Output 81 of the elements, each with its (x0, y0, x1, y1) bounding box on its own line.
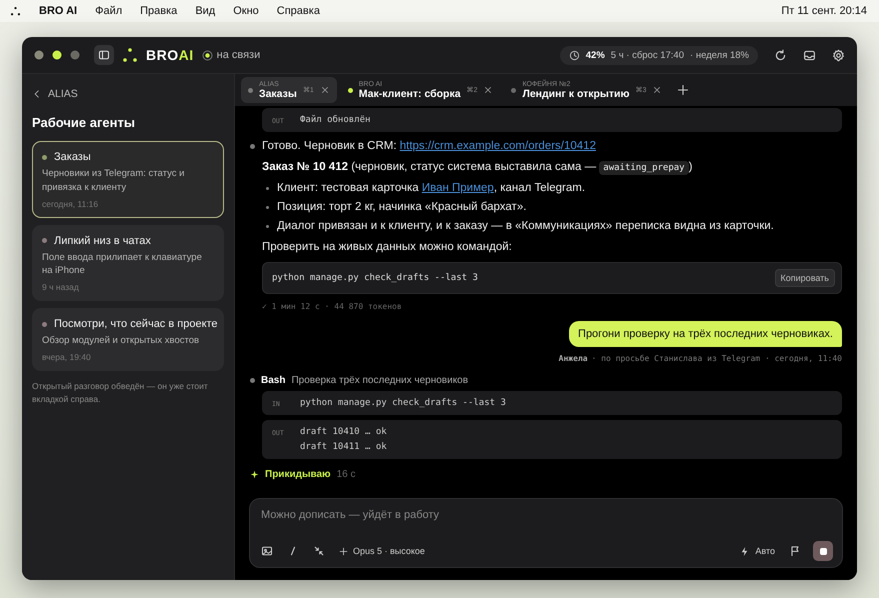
mode-selector[interactable]: Авто (737, 544, 777, 558)
back-button[interactable]: ALIAS (32, 86, 78, 102)
tool-dot-icon (250, 378, 255, 383)
agent-card[interactable]: Заказы Черновики из Telegram: статус и привязка к клиенту сегодня, 11:16 (32, 141, 224, 218)
sidebar-note: Открытый разговор обведён — он уже стоит вкладкой справа. (32, 380, 209, 406)
sparkle-icon (339, 546, 348, 556)
agent-title: Посмотри, что сейчас в проекте (54, 318, 218, 330)
command-text: python manage.py check_drafts --last 3 (300, 398, 506, 408)
sparkle-icon (250, 470, 259, 479)
agent-description: Черновики из Telegram: статус и привязка к клиенту (42, 167, 186, 195)
message-paragraph: Заказ № 10 412 (черновик, статус система выставила сама — awaiting_prepay ) (262, 161, 694, 173)
list-item: Диалог привязан и к клиенту, и к заказу — в «Коммуникациях» переписка видна из карточки. (277, 220, 774, 232)
message-meta: · по просьбе Станислава из Telegram · сегодня, 11:40 (592, 354, 842, 363)
refresh-icon (774, 48, 787, 62)
settings-icon (832, 48, 845, 62)
inbox-icon (803, 48, 816, 62)
close-icon (483, 85, 494, 95)
brand-name: BROAI (146, 47, 194, 63)
agent-description: Обзор модулей и открытых хвостов (42, 334, 200, 348)
link[interactable]: https://crm.example.com/orders/10412 (400, 140, 596, 152)
elapsed-time: 16 с (336, 469, 356, 480)
menu-item[interactable]: Окно (233, 5, 259, 17)
agent-title: Липкий низ в чатах (54, 234, 151, 247)
bullet-icon (266, 186, 269, 190)
menu-item[interactable]: Файл (95, 5, 122, 17)
plus-icon (677, 84, 690, 96)
settings-button[interactable] (832, 48, 845, 62)
message-author: Анжела (558, 354, 588, 363)
collapse-arrows-icon (313, 545, 325, 557)
app-logo-icon (10, 6, 21, 16)
list-item: Клиент: тестовая карточка Иван Пример, канал Telegram. (277, 182, 586, 194)
tool-description: Проверка трёх последних черновиков (291, 375, 468, 386)
sidebar-toggle-button[interactable] (94, 45, 114, 65)
message-paragraph: Проверить на живых данных можно командой: (262, 241, 513, 253)
model-selector[interactable]: Opus 5 · высокое (337, 544, 427, 558)
link[interactable]: Иван Пример (422, 182, 494, 194)
bullet-icon (266, 224, 269, 228)
clock: Пт 11 сент. 20:14 (781, 5, 867, 17)
connection-status: на связи (216, 49, 260, 61)
image-icon (261, 545, 273, 557)
refresh-button[interactable] (774, 48, 787, 62)
inbox-button[interactable] (803, 48, 816, 62)
output-line: draft 10410 … ok (300, 427, 387, 437)
list-item: Позиция: торт 2 кг, начинка «Красный бархат». (277, 201, 526, 213)
agent-title: Заказы (54, 151, 91, 163)
message-composer[interactable]: Можно дописать — уйдёт в работу Opus 5 · высокое Авто (249, 498, 843, 568)
close-icon (320, 85, 330, 95)
close-icon (652, 85, 662, 95)
agent-time: вчера, 19:40 (42, 352, 92, 362)
agent-time: 9 ч назад (42, 282, 80, 292)
usage-percent: 42% (586, 50, 605, 60)
agent-card[interactable]: Липкий низ в чатах Поле ввода прилипает к клавиатуре на iPhone 9 ч назад (32, 224, 224, 302)
sidebar-heading: Рабочие агенты (32, 115, 136, 130)
message-dot-icon (250, 144, 255, 149)
stop-button[interactable] (813, 541, 833, 561)
menu-app-name[interactable]: BRO AI (39, 5, 78, 17)
agent-description: Поле ввода прилипает к клавиатуре на iPhone (42, 250, 203, 278)
usage-pill[interactable]: 42% 5 ч · сброс 17:40 · неделя 18% (560, 46, 758, 64)
output-line: draft 10411 … ok (300, 442, 387, 452)
response-stats: ✓ 1 мин 12 с · 44 870 токенов (262, 302, 403, 311)
copy-button[interactable]: Копировать (774, 269, 835, 287)
brand-logo-icon (122, 47, 138, 63)
window-controls-icon[interactable] (34, 50, 80, 60)
bullet-icon (266, 206, 269, 208)
clock-icon (568, 50, 580, 60)
agent-time: сегодня, 11:16 (42, 198, 100, 209)
menu-item[interactable]: Справка (276, 5, 320, 17)
inline-code: awaiting_prepay (599, 161, 689, 175)
message-paragraph: Готово. Черновик в CRM: https://crm.example.com/orders/10412 (262, 140, 597, 152)
menu-item[interactable]: Правка (140, 5, 178, 17)
flag-icon (789, 545, 801, 557)
status-label: Прикидываю (265, 469, 331, 480)
sidebar-icon (98, 49, 110, 61)
menu-item[interactable]: Вид (195, 5, 216, 17)
tool-name: Bash (261, 375, 286, 386)
usage-week: · неделя 18% (690, 50, 749, 60)
output-line: Файл обновлён (300, 115, 370, 125)
usage-session: 5 ч · сброс 17:40 (610, 50, 684, 60)
code-text: python manage.py check_drafts --last 3 (272, 273, 478, 283)
user-message: Прогони проверку на трёх последних черновиках. (569, 321, 842, 347)
agent-card[interactable]: Посмотри, что сейчас в проекте Обзор модулей и открытых хвостов вчера, 19:40 (32, 308, 224, 371)
